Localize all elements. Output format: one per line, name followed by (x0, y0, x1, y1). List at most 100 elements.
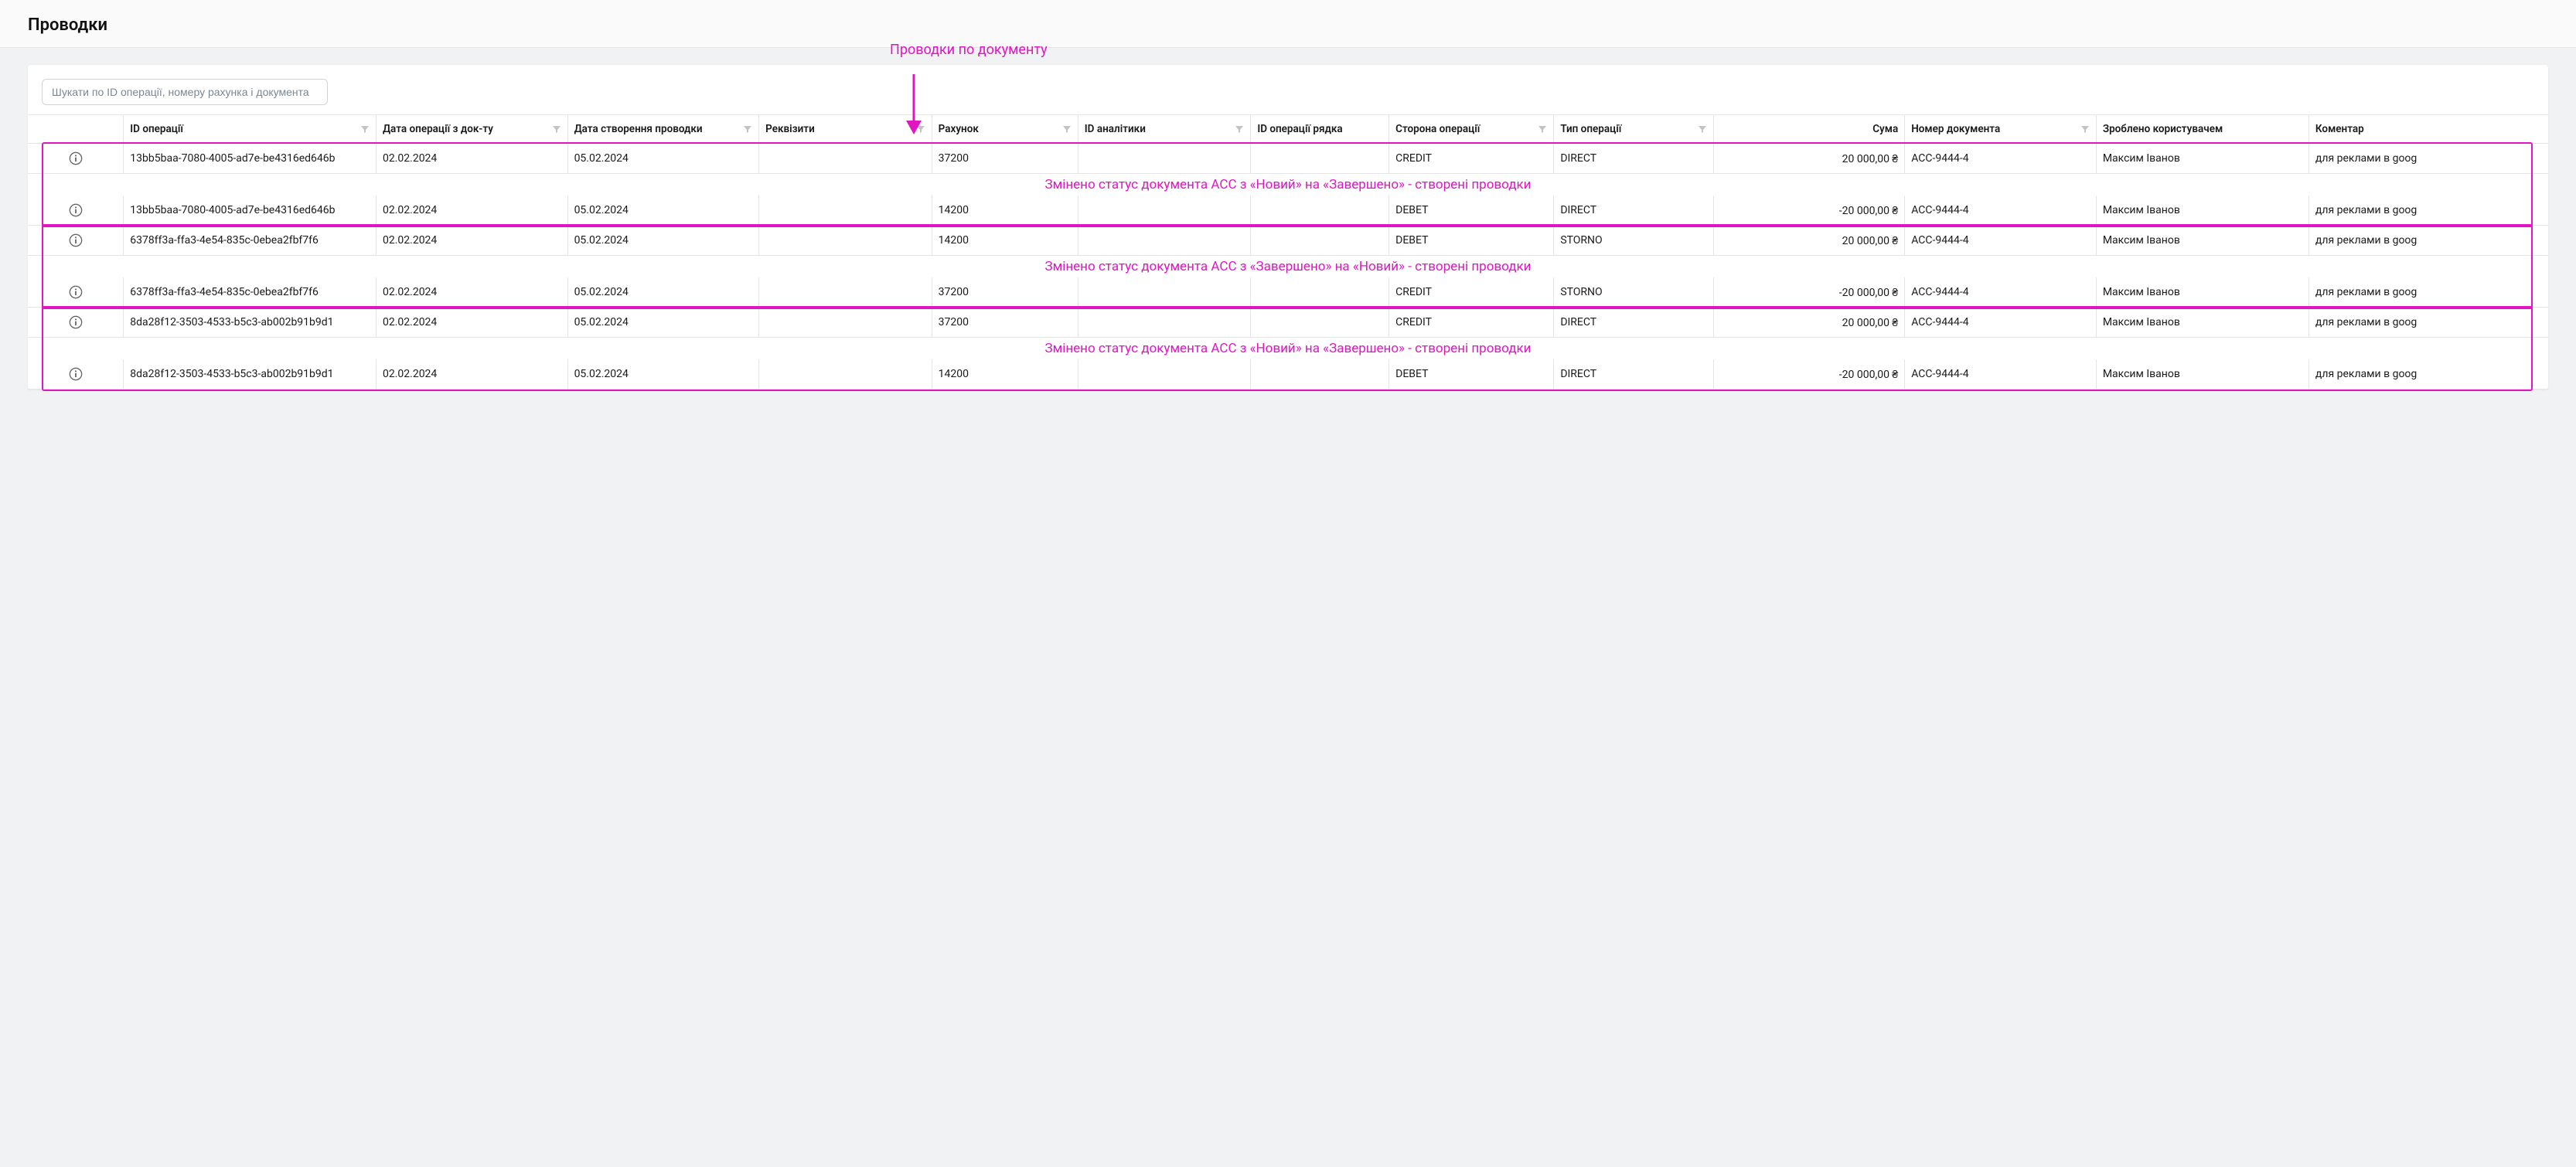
table-row: 8da28f12-3503-4533-b5c3-ab002b91b9d102.0… (28, 308, 2548, 338)
cell-entry-date: 05.02.2024 (567, 144, 759, 174)
cell-row-id (1251, 277, 1389, 308)
cell-analytics-id (1078, 144, 1251, 174)
info-icon[interactable] (69, 285, 83, 299)
cell-row-id (1251, 226, 1389, 256)
cell-sum: 20 000,00 ₴ (1713, 308, 1905, 338)
cell-requisites (759, 226, 932, 256)
cell-id: 13bb5baa-7080-4005-ad7e-be4316ed646b (124, 196, 377, 226)
cell-sum: -20 000,00 ₴ (1713, 277, 1905, 308)
table-row: 6378ff3a-ffa3-4e54-835c-0ebea2fbf7f602.0… (28, 277, 2548, 308)
table-header-row: ID операції Дата операції з док-ту Дата … (28, 115, 2548, 144)
cell-doc-date: 02.02.2024 (376, 144, 567, 174)
cell-comment: для реклами в goog (2309, 308, 2548, 338)
cell-doc-date: 02.02.2024 (376, 196, 567, 226)
group-annotation: Змінено статус документа АСС з «Новий» н… (28, 174, 2548, 196)
cell-made-by: Максим Іванов (2096, 196, 2309, 226)
cell-side: CREDIT (1389, 277, 1554, 308)
cell-account: 14200 (932, 196, 1078, 226)
cell-made-by: Максим Іванов (2096, 277, 2309, 308)
filter-icon[interactable] (743, 124, 752, 134)
cell-requisites (759, 196, 932, 226)
search-input[interactable] (42, 79, 328, 105)
cell-entry-date: 05.02.2024 (567, 359, 759, 390)
cell-id: 8da28f12-3503-4533-b5c3-ab002b91b9d1 (124, 359, 377, 390)
cell-account: 37200 (932, 308, 1078, 338)
col-analytics-id[interactable]: ID аналітики (1078, 115, 1251, 144)
col-account[interactable]: Рахунок (932, 115, 1078, 144)
group-annotation-row: Змінено статус документа АСС з «Завершен… (28, 256, 2548, 278)
cell-doc-number: ACC-9444-4 (1905, 226, 2097, 256)
filter-icon[interactable] (2080, 124, 2090, 134)
cell-doc-date: 02.02.2024 (376, 277, 567, 308)
info-cell[interactable] (28, 144, 124, 174)
arrow-down-icon (905, 74, 923, 134)
cell-made-by: Максим Іванов (2096, 226, 2309, 256)
cell-requisites (759, 277, 932, 308)
group-annotation: Змінено статус документа АСС з «Завершен… (28, 256, 2548, 277)
cell-analytics-id (1078, 359, 1251, 390)
cell-doc-number: ACC-9444-4 (1905, 196, 2097, 226)
cell-row-id (1251, 359, 1389, 390)
cell-comment: для реклами в goog (2309, 226, 2548, 256)
info-icon[interactable] (69, 367, 83, 381)
cell-entry-date: 05.02.2024 (567, 308, 759, 338)
col-row-id[interactable]: ID операції рядка (1251, 115, 1389, 144)
col-id[interactable]: ID операції (124, 115, 377, 144)
group-annotation-row: Змінено статус документа АСС з «Новий» н… (28, 338, 2548, 360)
col-info (28, 115, 124, 144)
col-made-by[interactable]: Зроблено користувачем (2096, 115, 2309, 144)
cell-id: 6378ff3a-ffa3-4e54-835c-0ebea2fbf7f6 (124, 277, 377, 308)
info-icon[interactable] (69, 151, 83, 165)
info-cell[interactable] (28, 359, 124, 390)
info-icon[interactable] (69, 203, 83, 217)
info-cell[interactable] (28, 308, 124, 338)
cell-side: CREDIT (1389, 144, 1554, 174)
col-sum[interactable]: Сума (1713, 115, 1905, 144)
cell-requisites (759, 144, 932, 174)
cell-side: DEBET (1389, 196, 1554, 226)
cell-account: 37200 (932, 277, 1078, 308)
cell-type: DIRECT (1554, 359, 1713, 390)
cell-type: DIRECT (1554, 196, 1713, 226)
cell-doc-number: ACC-9444-4 (1905, 277, 2097, 308)
cell-doc-number: ACC-9444-4 (1905, 144, 2097, 174)
cell-id: 13bb5baa-7080-4005-ad7e-be4316ed646b (124, 144, 377, 174)
filter-icon[interactable] (360, 124, 370, 134)
col-doc-number[interactable]: Номер документа (1905, 115, 2097, 144)
cell-requisites (759, 359, 932, 390)
filter-icon[interactable] (1235, 124, 1244, 134)
info-icon[interactable] (69, 315, 83, 329)
table-row: 8da28f12-3503-4533-b5c3-ab002b91b9d102.0… (28, 359, 2548, 390)
cell-analytics-id (1078, 226, 1251, 256)
cell-row-id (1251, 196, 1389, 226)
cell-entry-date: 05.02.2024 (567, 196, 759, 226)
info-cell[interactable] (28, 196, 124, 226)
cell-made-by: Максим Іванов (2096, 144, 2309, 174)
cell-sum: -20 000,00 ₴ (1713, 359, 1905, 390)
filter-icon[interactable] (552, 124, 561, 134)
info-icon[interactable] (69, 233, 83, 247)
cell-type: DIRECT (1554, 308, 1713, 338)
info-cell[interactable] (28, 277, 124, 308)
col-type[interactable]: Тип операції (1554, 115, 1713, 144)
cell-side: DEBET (1389, 359, 1554, 390)
page-title: Проводки (28, 15, 2548, 35)
cell-made-by: Максим Іванов (2096, 308, 2309, 338)
cell-doc-date: 02.02.2024 (376, 359, 567, 390)
cell-account: 37200 (932, 144, 1078, 174)
cell-sum: -20 000,00 ₴ (1713, 196, 1905, 226)
info-cell[interactable] (28, 226, 124, 256)
col-entry-date[interactable]: Дата створення проводки (567, 115, 759, 144)
col-side[interactable]: Сторона операції (1389, 115, 1554, 144)
table-row: 13bb5baa-7080-4005-ad7e-be4316ed646b02.0… (28, 144, 2548, 174)
cell-type: STORNO (1554, 226, 1713, 256)
filter-icon[interactable] (1062, 124, 1072, 134)
cell-id: 8da28f12-3503-4533-b5c3-ab002b91b9d1 (124, 308, 377, 338)
annotation-top-label: Проводки по документу (890, 42, 2548, 59)
cell-account: 14200 (932, 226, 1078, 256)
col-comment[interactable]: Коментар (2309, 115, 2548, 144)
cell-entry-date: 05.02.2024 (567, 277, 759, 308)
col-doc-date[interactable]: Дата операції з док-ту (376, 115, 567, 144)
filter-icon[interactable] (1538, 124, 1547, 134)
filter-icon[interactable] (1698, 124, 1707, 134)
